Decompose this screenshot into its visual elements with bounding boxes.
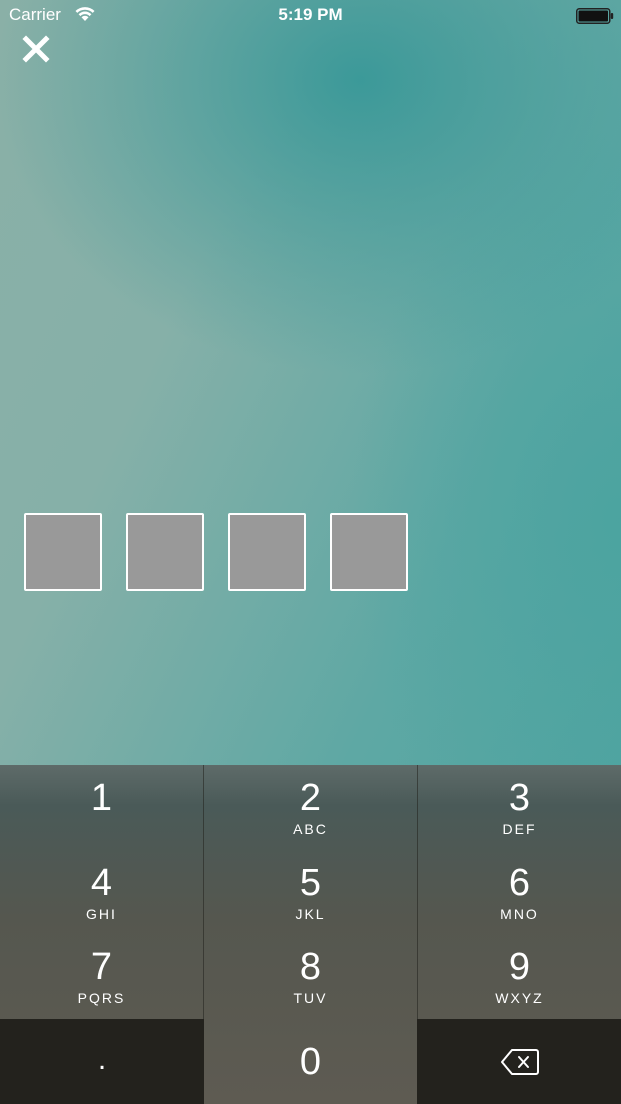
key-decimal[interactable]: . [0, 1019, 204, 1104]
key-letters: GHI [86, 906, 117, 922]
key-digit: 7 [90, 946, 113, 988]
key-digit: 5 [299, 862, 322, 904]
key-digit: 6 [508, 862, 531, 904]
numeric-keypad: 1 2 ABC 3 DEF 4 GHI 5 JKL 6 MNO 7 PQRS 8… [0, 765, 621, 1104]
close-icon [22, 35, 50, 63]
key-2[interactable]: 2 ABC [204, 765, 417, 850]
code-box-1[interactable] [24, 513, 102, 591]
key-0[interactable]: 0 [204, 1019, 417, 1104]
key-digit: 3 [508, 777, 531, 819]
key-5[interactable]: 5 JKL [204, 850, 417, 934]
key-8[interactable]: 8 TUV [204, 934, 417, 1019]
status-bar: Carrier 5:19 PM [0, 0, 621, 32]
key-letters: JKL [295, 906, 326, 922]
key-letters: WXYZ [495, 990, 544, 1006]
key-letters: TUV [293, 990, 328, 1006]
key-1[interactable]: 1 [0, 765, 203, 850]
status-time: 5:19 PM [278, 5, 343, 24]
key-7[interactable]: 7 PQRS [0, 934, 203, 1019]
key-letters: DEF [502, 821, 537, 837]
backspace-key[interactable] [417, 1019, 621, 1104]
key-letters: PQRS [77, 990, 126, 1006]
code-box-4[interactable] [330, 513, 408, 591]
key-digit: . [97, 1043, 107, 1076]
key-digit: 0 [299, 1041, 322, 1083]
code-box-2[interactable] [126, 513, 204, 591]
key-digit: 2 [299, 777, 322, 819]
key-9[interactable]: 9 WXYZ [418, 934, 621, 1019]
key-digit: 9 [508, 946, 531, 988]
key-4[interactable]: 4 GHI [0, 850, 203, 934]
key-digit: 4 [90, 862, 113, 904]
key-letters: ABC [293, 821, 328, 837]
backspace-icon [501, 1049, 539, 1075]
key-digit: 1 [90, 777, 113, 819]
close-button[interactable] [20, 33, 52, 65]
key-6[interactable]: 6 MNO [418, 850, 621, 934]
key-digit: 8 [299, 946, 322, 988]
battery-icon [576, 8, 614, 24]
key-3[interactable]: 3 DEF [418, 765, 621, 850]
code-box-3[interactable] [228, 513, 306, 591]
key-letters: MNO [500, 906, 539, 922]
